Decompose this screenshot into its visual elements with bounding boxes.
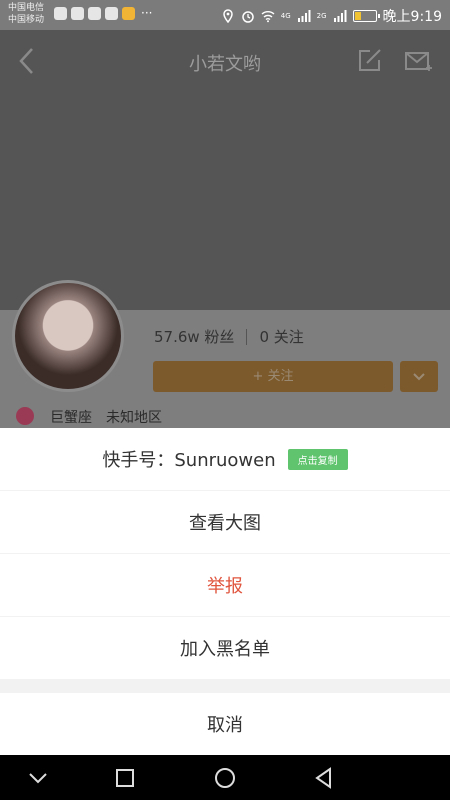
region-label: 未知地区 [106,410,162,426]
mail-icon [122,7,135,20]
battery-icon [352,10,380,22]
report-button[interactable]: 举报 [0,554,450,616]
carrier-labels: 中国电信 中国移动 [8,2,44,26]
copy-button[interactable]: 点击复制 [287,448,348,470]
back-icon[interactable] [312,766,336,790]
message-icon[interactable] [404,48,432,74]
follow-button[interactable]: + 关注 [153,361,393,392]
signal-icon-1 [297,10,311,22]
status-right: 4G 2G 晚上9:19 [221,6,442,26]
more-notifications-icon: ··· [141,6,153,20]
navigation-bar [0,755,450,800]
user-id-label: 快手号：Sunruowen [102,450,276,471]
view-large-button[interactable]: 查看大图 [0,491,450,553]
chevron-down-icon [413,373,425,381]
recent-apps-icon[interactable] [113,766,137,790]
home-icon[interactable] [213,766,237,790]
notification-icons: ··· [54,7,152,20]
avatar[interactable] [12,280,124,392]
tiktok-icon [88,7,101,20]
status-bar: 中国电信 中国移动 ··· 4G 2G 晚上9:19 [0,0,450,30]
carrier-2: 中国移动 [8,15,45,25]
stats-divider [246,328,248,345]
profile-stats: 57.6w 粉丝 0 关注 [154,326,304,347]
network-type-2: 2G [316,11,327,20]
cancel-button[interactable]: 取消 [0,693,450,755]
profile-info: 57.6w 粉丝 0 关注 + 关注 巨蟹座 未知地区 [0,280,450,428]
more-options-button[interactable] [400,361,438,392]
clock: 晚上9:19 [382,9,442,25]
profile-tags: 巨蟹座 未知地区 [50,407,162,427]
following-count[interactable]: 0 关注 [259,326,303,347]
fans-count[interactable]: 57.6w 粉丝 [154,326,234,347]
share-icon[interactable] [356,48,382,74]
wechat-icon [71,7,84,20]
page-title: 小若文哟 [189,54,261,75]
zodiac-icon [16,407,34,425]
battery-level [354,12,362,20]
action-sheet: 快手号：Sunruowen 点击复制 查看大图 举报 加入黑名单 取消 [0,428,450,755]
blacklist-button[interactable]: 加入黑名单 [0,617,450,679]
wifi-icon [261,11,275,23]
hide-keyboard-icon[interactable] [26,766,50,790]
signal-icon-2 [333,10,347,22]
user-id-row: 快手号：Sunruowen 点击复制 [0,428,450,490]
network-type-1: 4G [280,11,291,20]
weibo-icon [105,7,118,20]
profile-header: 小若文哟 [0,30,450,310]
zodiac-label: 巨蟹座 [50,410,92,426]
carrier-1: 中国电信 [8,3,45,13]
location-icon [223,9,233,23]
browser-icon [54,7,67,20]
alarm-icon [242,11,254,23]
